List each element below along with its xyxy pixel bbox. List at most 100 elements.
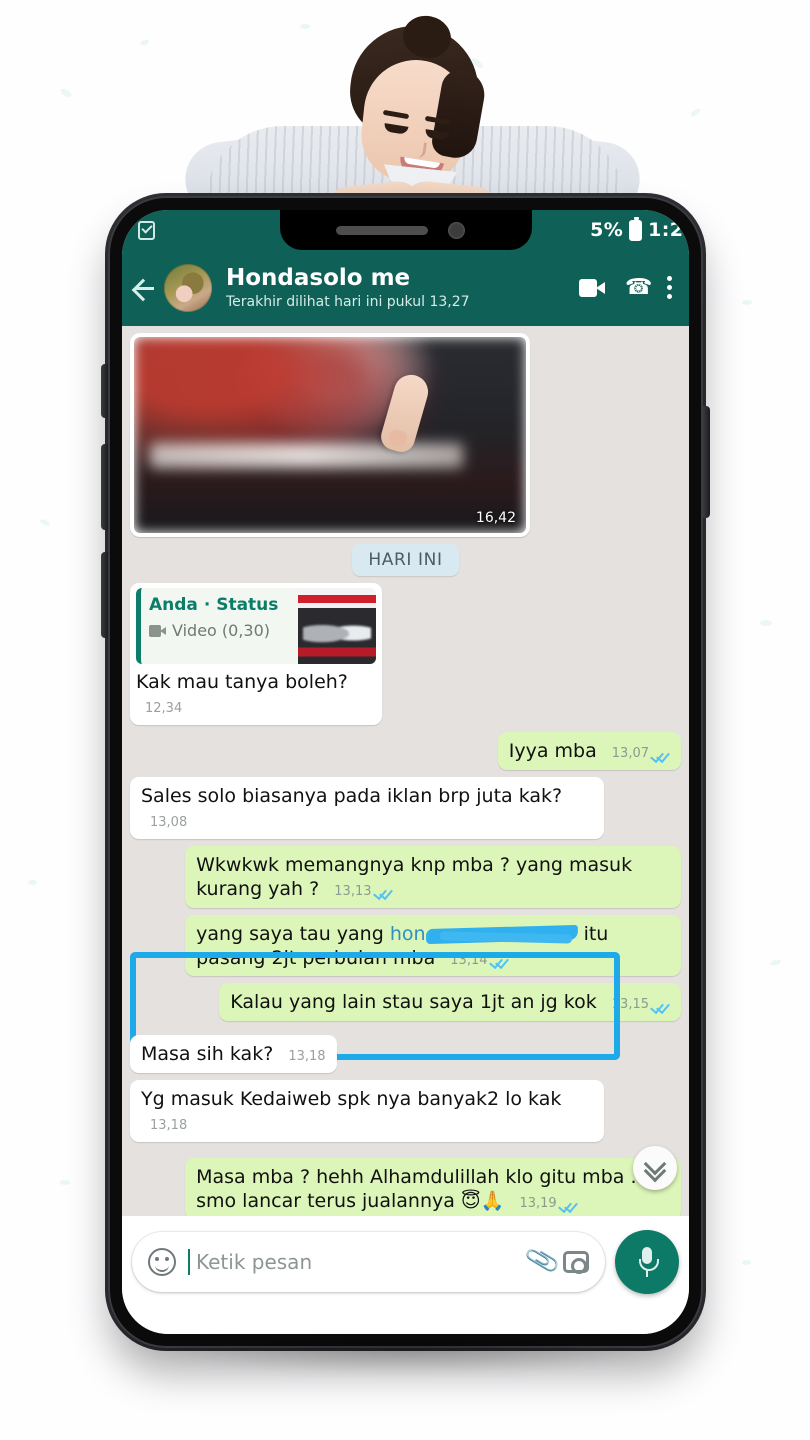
message-meta: 13,08 — [150, 815, 187, 831]
message-row: Masa mba ? hehh Alhamdulillah klo gitu m… — [130, 1158, 681, 1221]
message-bubble-incoming[interactable]: Yg masuk Kedaiweb spk nya banyak2 lo kak… — [130, 1080, 604, 1143]
contact-name: Hondasolo me — [226, 265, 411, 291]
quoted-status-media-label: Video (0,30) — [172, 621, 271, 641]
redaction-scribble — [426, 926, 578, 943]
message-bubble-outgoing[interactable]: Iyya mba 13,07 — [497, 731, 681, 770]
phone-call-icon[interactable]: ☎ — [625, 277, 652, 299]
microphone-button[interactable] — [615, 1230, 679, 1294]
message-time: 13,13 — [334, 883, 372, 899]
message-row: Iyya mba 13,07 — [130, 731, 681, 770]
message-text: Kak mau tanya boleh? — [136, 671, 348, 693]
front-camera — [447, 222, 465, 239]
message-bubble-outgoing[interactable]: Wkwkwk memangnya knp mba ? yang masuk ku… — [185, 845, 681, 908]
mute-switch[interactable] — [101, 364, 108, 418]
message-row: Sales solo biasanya pada iklan brp juta … — [130, 776, 681, 839]
message-text: Sales solo biasanya pada iklan brp juta … — [141, 784, 563, 807]
back-arrow-icon[interactable] — [128, 273, 158, 303]
message-bubble-incoming[interactable]: Masa sih kak? 13,18 — [130, 1035, 337, 1074]
message-meta: 13,13 — [334, 884, 392, 900]
message-row: yang saya tau yang hon itu pasang 2jt pe… — [130, 914, 681, 977]
background-speck — [39, 518, 51, 527]
message-list[interactable]: 16,42 HARI INI Anda · Status Video (0,30… — [122, 326, 689, 1256]
background-speck — [769, 958, 782, 967]
message-text: Yg masuk Kedaiweb spk nya banyak2 lo kak — [141, 1088, 562, 1111]
paperclip-icon[interactable]: 📎 — [523, 1242, 562, 1279]
background-speck — [139, 38, 150, 47]
message-bubble-outgoing-redacted[interactable]: yang saya tau yang hon itu pasang 2jt pe… — [185, 914, 681, 977]
battery-icon — [629, 216, 643, 241]
message-time: 13,07 — [611, 745, 649, 761]
message-input-bar: Ketik pesan 📎 — [122, 1216, 689, 1334]
message-row: Yg masuk Kedaiweb spk nya banyak2 lo kak… — [130, 1080, 681, 1143]
read-receipt-icon — [653, 749, 670, 760]
photo-thumbnail — [134, 337, 526, 533]
message-text: Kalau yang lain stau saya 1jt an jg kok — [230, 991, 597, 1014]
compose-field[interactable]: Ketik pesan 📎 — [132, 1232, 605, 1292]
volume-up-button[interactable] — [101, 444, 108, 530]
message-row-status-reply: Anda · Status Video (0,30) Kak mau tanya… — [130, 583, 681, 725]
scene: 5% 1:28 Hondasolo me Terakhir dilihat ha… — [0, 0, 810, 1440]
avatar[interactable] — [164, 264, 212, 312]
phone-device: 5% 1:28 Hondasolo me Terakhir dilihat ha… — [101, 196, 710, 1348]
photo-timestamp: 16,42 — [475, 510, 516, 526]
message-meta: 13,18 — [150, 1118, 187, 1134]
quoted-status-author: Anda · Status — [149, 595, 279, 615]
background-speck — [689, 107, 702, 118]
camera-icon[interactable] — [563, 1251, 589, 1274]
quoted-status[interactable]: Anda · Status Video (0,30) — [136, 588, 376, 664]
header-actions: ☎ — [579, 275, 675, 301]
read-receipt-icon — [653, 1000, 670, 1011]
emoji-icon[interactable] — [148, 1248, 176, 1276]
person-illustration — [181, 8, 644, 229]
message-input-placeholder: Ketik pesan — [196, 1250, 313, 1274]
notch — [279, 210, 532, 250]
photo-message-bubble[interactable]: 16,42 — [130, 333, 530, 537]
status-bar-right: 5% 1:28 — [590, 216, 689, 241]
message-row: Kalau yang lain stau saya 1jt an jg kok … — [130, 983, 681, 1022]
background-speck — [760, 620, 772, 626]
power-button[interactable] — [703, 406, 710, 518]
read-receipt-icon — [492, 955, 509, 966]
scroll-to-bottom-icon[interactable] — [633, 1146, 677, 1190]
message-row: Wkwkwk memangnya knp mba ? yang masuk ku… — [130, 845, 681, 908]
read-receipt-icon — [376, 886, 393, 897]
message-time: 12,34 — [145, 700, 183, 716]
emoji-folded-hands: 🙏 — [480, 1190, 505, 1213]
overflow-menu-icon[interactable] — [667, 275, 673, 301]
message-meta: 13,07 — [612, 746, 670, 762]
header-text[interactable]: Hondasolo me Terakhir dilihat hari ini p… — [218, 266, 573, 310]
video-call-icon[interactable] — [579, 279, 605, 297]
read-receipt-icon — [561, 1199, 578, 1210]
whatsapp-status-icon — [138, 220, 155, 240]
microphone-icon — [639, 1247, 659, 1277]
highlighted-message-group: Masa sih kak? 13,18 Yg masuk Kedaiweb sp… — [130, 1035, 681, 1143]
text-caret — [188, 1249, 190, 1275]
volume-down-button[interactable] — [101, 552, 108, 638]
chat-header: Hondasolo me Terakhir dilihat hari ini p… — [122, 250, 689, 326]
message-meta: 13,18 — [288, 1049, 325, 1065]
background-speck — [59, 87, 73, 99]
message-row: Masa sih kak? 13,18 — [130, 1035, 681, 1074]
background-speck — [28, 880, 37, 885]
message-meta: 13,15 — [612, 997, 670, 1013]
message-bubble-incoming[interactable]: Sales solo biasanya pada iklan brp juta … — [130, 776, 604, 839]
battery-percent-label: 5% — [590, 219, 624, 241]
quoted-status-media: Video (0,30) — [149, 621, 290, 641]
message-meta: 12,34 — [145, 701, 182, 717]
message-bubble-outgoing[interactable]: Masa mba ? hehh Alhamdulillah klo gitu m… — [185, 1158, 681, 1221]
message-text: Iyya mba — [508, 739, 597, 762]
quoted-status-text: Anda · Status Video (0,30) — [141, 588, 298, 664]
message-text: Wkwkwk memangnya knp mba ? yang masuk ku… — [196, 853, 633, 900]
status-bar-left — [138, 220, 155, 240]
message-text: Masa sih kak? — [141, 1043, 274, 1066]
message-bubble-outgoing[interactable]: Kalau yang lain stau saya 1jt an jg kok … — [219, 983, 681, 1022]
quoted-status-thumbnail — [298, 588, 376, 664]
background-speck — [60, 1180, 70, 1185]
status-reply-bubble[interactable]: Anda · Status Video (0,30) Kak mau tanya… — [130, 583, 382, 725]
message-time: 13,18 — [288, 1049, 326, 1065]
photo-blur-band — [149, 442, 464, 469]
background-speck — [742, 1260, 751, 1265]
video-icon — [149, 625, 166, 638]
date-divider: HARI INI — [352, 544, 459, 576]
message-time: 13,19 — [519, 1196, 557, 1212]
